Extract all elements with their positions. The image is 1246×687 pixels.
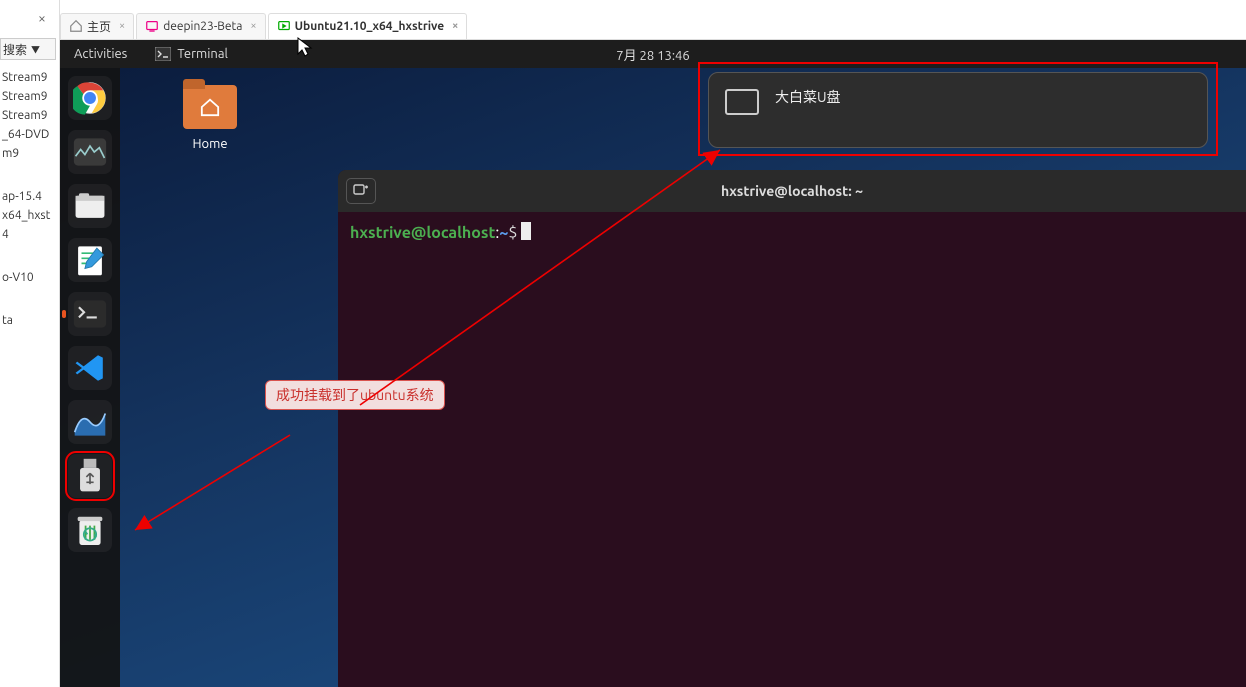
host-sidebar: × 搜索 ▼ Stream9 Stream9 Stream9 _64-DVD m… xyxy=(0,0,60,687)
notification-title: 大白菜U盘 xyxy=(775,87,841,107)
home-glyph-icon xyxy=(199,97,221,117)
annotation-label: 成功挂载到了ubuntu系统 xyxy=(265,380,445,410)
dock-wireshark[interactable] xyxy=(68,400,112,444)
list-item[interactable]: Stream9 xyxy=(0,87,56,106)
folder-icon xyxy=(183,85,237,129)
list-item[interactable]: _64-DVD xyxy=(0,125,56,144)
prompt-user: hxstrive@localhost xyxy=(350,224,495,242)
search-label: 搜索 xyxy=(3,41,27,58)
vm-icon xyxy=(145,19,159,33)
terminal-body[interactable]: hxstrive@localhost:~$ xyxy=(338,212,1246,252)
vm-tabbar: 主页 × deepin23-Beta × Ubuntu21.10_x64_hxs… xyxy=(60,12,1246,40)
dock-chrome[interactable] xyxy=(68,76,112,120)
desktop-icon-label: Home xyxy=(170,137,250,151)
prompt-dollar: $ xyxy=(508,224,517,242)
dock-terminal[interactable] xyxy=(68,292,112,336)
app-menu-label: Terminal xyxy=(177,47,228,61)
activities-label: Activities xyxy=(74,47,127,61)
new-tab-button[interactable] xyxy=(346,178,376,204)
list-item[interactable]: m9 xyxy=(0,144,56,163)
dock-trash[interactable] xyxy=(68,508,112,552)
host-search[interactable]: 搜索 ▼ xyxy=(0,38,56,60)
close-icon[interactable]: × xyxy=(250,20,256,32)
terminal-title: hxstrive@localhost: ~ xyxy=(338,183,1246,199)
list-item[interactable]: x64_hxst xyxy=(0,206,56,225)
tab-home[interactable]: 主页 × xyxy=(60,13,134,39)
cursor xyxy=(521,222,531,240)
tab-deepin[interactable]: deepin23-Beta × xyxy=(136,13,265,39)
host-vm-list: Stream9 Stream9 Stream9 _64-DVD m9 ap-15… xyxy=(0,68,56,330)
list-item[interactable]: ta xyxy=(0,311,56,330)
home-icon xyxy=(69,19,83,33)
list-item[interactable]: o-V10 xyxy=(0,268,56,287)
dock-editor[interactable] xyxy=(68,238,112,282)
tab-label: 主页 xyxy=(87,18,111,35)
close-icon[interactable]: × xyxy=(119,20,125,32)
app-menu[interactable]: Terminal xyxy=(141,40,242,68)
prompt-path: ~ xyxy=(499,224,508,242)
dropdown-icon: ▼ xyxy=(31,43,40,56)
tab-ubuntu[interactable]: Ubuntu21.10_x64_hxstrive × xyxy=(268,13,468,39)
usb-notification[interactable]: 大白菜U盘 xyxy=(708,72,1208,148)
terminal-icon xyxy=(155,47,171,61)
tab-label: deepin23-Beta xyxy=(163,20,242,33)
dock-vscode[interactable] xyxy=(68,346,112,390)
ubuntu-desktop: Activities Terminal 7月 28 13:46 xyxy=(60,40,1246,687)
dock-usb[interactable] xyxy=(68,454,112,498)
close-icon[interactable]: × xyxy=(452,20,458,32)
drive-icon xyxy=(725,89,759,115)
dock-monitor[interactable] xyxy=(68,130,112,174)
annotation-text: 成功挂载到了ubuntu系统 xyxy=(276,387,434,403)
terminal-window: hxstrive@localhost: ~ hxstrive@localhost… xyxy=(338,170,1246,687)
list-item[interactable]: Stream9 xyxy=(0,68,56,87)
desktop-home-folder[interactable]: Home xyxy=(170,85,250,151)
vm-run-icon xyxy=(277,19,291,33)
dock-files[interactable] xyxy=(68,184,112,228)
list-item[interactable]: ap-15.4 xyxy=(0,187,56,206)
dock xyxy=(60,68,120,687)
close-icon[interactable]: × xyxy=(38,10,46,26)
list-item[interactable]: Stream9 xyxy=(0,106,56,125)
activities-button[interactable]: Activities xyxy=(60,40,141,68)
terminal-header: hxstrive@localhost: ~ xyxy=(338,170,1246,212)
list-item[interactable]: 4 xyxy=(0,225,56,244)
clock-text: 7月 28 13:46 xyxy=(616,49,689,63)
annotation-highlight-notif: 大白菜U盘 xyxy=(698,62,1218,156)
tab-label: Ubuntu21.10_x64_hxstrive xyxy=(295,20,445,33)
